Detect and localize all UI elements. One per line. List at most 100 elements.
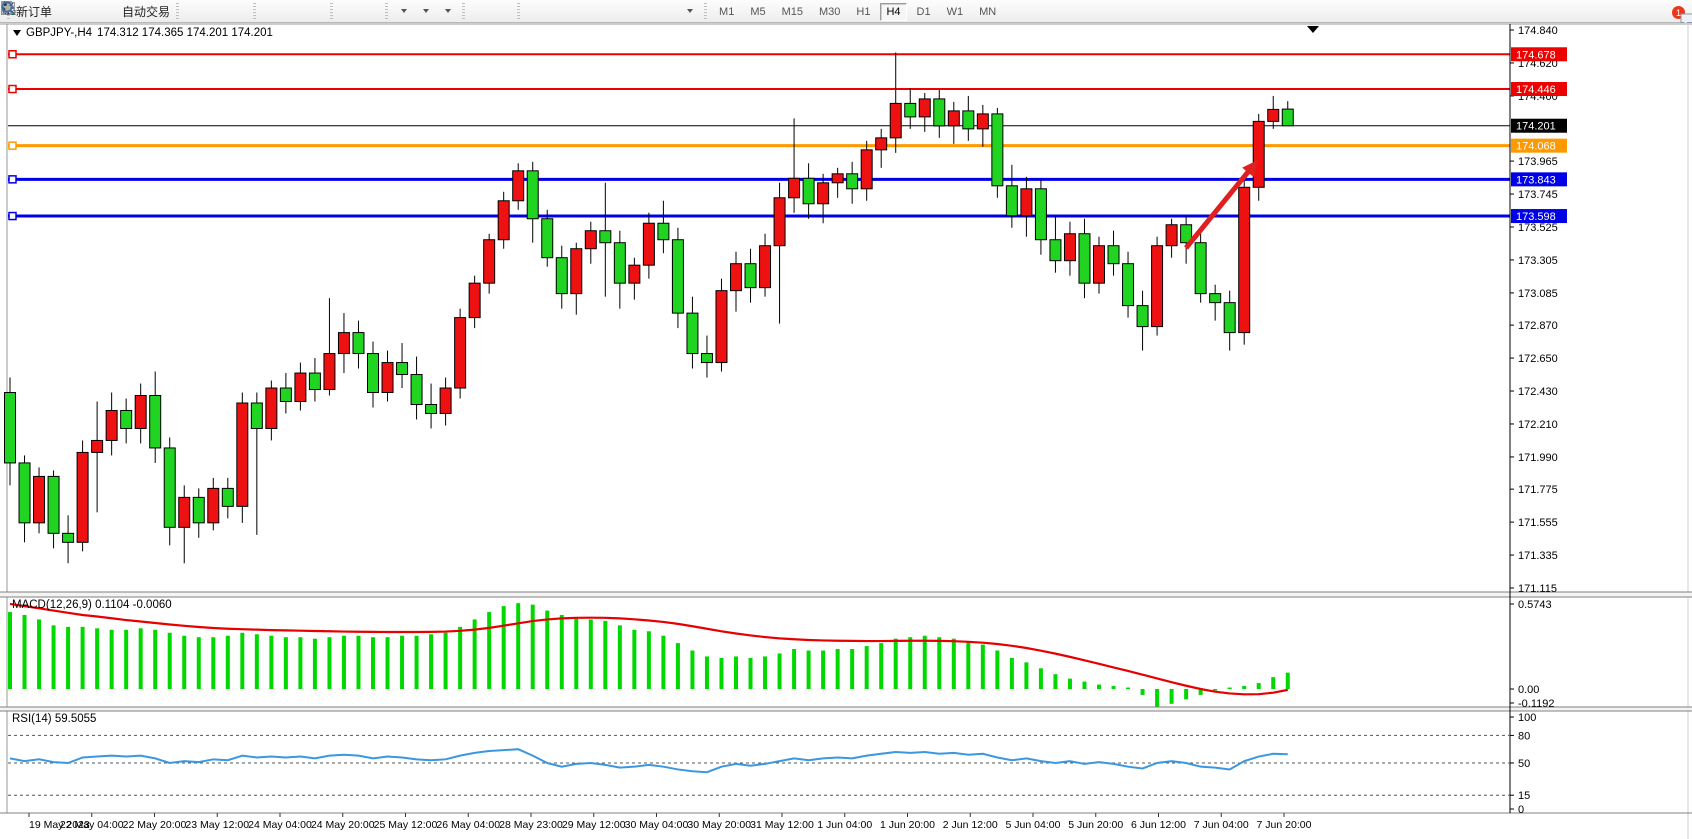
timeframe-m5[interactable]: M5 — [744, 3, 771, 21]
svg-text:0: 0 — [1518, 804, 1524, 816]
timeframe-w1[interactable]: W1 — [941, 3, 970, 21]
trendline-tool[interactable] — [568, 1, 590, 21]
vertical-line-tool[interactable] — [524, 1, 546, 21]
svg-text:173.085: 173.085 — [1518, 288, 1558, 300]
chart-title: GBPJPY-,H4 174.312 174.365 174.201 174.2… — [13, 27, 273, 39]
svg-text:173.598: 173.598 — [1516, 211, 1556, 223]
svg-text:5 Jun 04:00: 5 Jun 04:00 — [1006, 819, 1061, 831]
svg-text:173.525: 173.525 — [1518, 222, 1558, 234]
svg-text:28 May 23:00: 28 May 23:00 — [499, 819, 563, 831]
svg-text:25 May 12:00: 25 May 12:00 — [374, 819, 438, 831]
chevron-down-icon — [401, 9, 407, 13]
candlestick-chart-button[interactable] — [205, 1, 227, 21]
timeframe-d1[interactable]: D1 — [911, 3, 937, 21]
svg-text:15: 15 — [1518, 790, 1530, 802]
tile-windows-button[interactable] — [304, 1, 326, 21]
signal-button[interactable] — [98, 1, 120, 21]
toolbar-grip[interactable] — [704, 3, 707, 19]
svg-text:174.678: 174.678 — [1516, 49, 1556, 61]
toolbar-grip[interactable] — [330, 3, 333, 19]
svg-text:6 Jun 12:00: 6 Jun 12:00 — [1131, 819, 1186, 831]
svg-text:1 Jun 20:00: 1 Jun 20:00 — [880, 819, 935, 831]
gold-bars-button[interactable] — [54, 1, 76, 21]
svg-text:171.990: 171.990 — [1518, 452, 1558, 464]
mt4-window: 新订单 自动交易 — [0, 0, 1692, 839]
svg-text:26 May 04:00: 26 May 04:00 — [436, 819, 500, 831]
macd-indicator-label: MACD(12,26,9) 0.1104 -0.0060 — [12, 599, 172, 611]
chart-canvas[interactable]: 174.840174.620174.400173.965173.745173.5… — [0, 23, 1692, 839]
rsi-indicator-label: RSI(14) 59.5055 — [12, 713, 96, 725]
toolbar-grip[interactable] — [517, 3, 520, 19]
svg-text:171.115: 171.115 — [1518, 583, 1557, 595]
ohlc-values: 174.312 174.365 174.201 174.201 — [97, 27, 273, 39]
toolbar-grip[interactable] — [462, 3, 465, 19]
new-order-button[interactable]: 新订单 — [14, 1, 54, 21]
fibonacci-tool[interactable]: F — [612, 1, 634, 21]
horizontal-line-tool[interactable] — [546, 1, 568, 21]
crosshair-tool-button[interactable] — [491, 1, 513, 21]
svg-text:-0.1192: -0.1192 — [1518, 698, 1555, 710]
svg-text:1 Jun 04:00: 1 Jun 04:00 — [817, 819, 872, 831]
market-window-button[interactable] — [76, 1, 98, 21]
line-chart-button[interactable] — [227, 1, 249, 21]
collapse-triangle-icon[interactable] — [13, 30, 21, 36]
zoom-in-button[interactable] — [260, 1, 282, 21]
zoom-out-button[interactable] — [282, 1, 304, 21]
chevron-down-icon — [423, 9, 429, 13]
timeframe-m30[interactable]: M30 — [813, 3, 846, 21]
timeframe-m15[interactable]: M15 — [776, 3, 809, 21]
toolbar-grip[interactable] — [385, 3, 388, 19]
svg-text:174.446: 174.446 — [1516, 84, 1556, 96]
timeframe-mn[interactable]: MN — [973, 3, 1002, 21]
periods-button[interactable] — [414, 1, 436, 21]
svg-text:173.305: 173.305 — [1518, 255, 1558, 267]
autotrade-button[interactable]: 自动交易 — [120, 1, 172, 21]
svg-text:24 May 20:00: 24 May 20:00 — [311, 819, 375, 831]
toolbar-grip[interactable] — [253, 3, 256, 19]
timeframe-m1[interactable]: M1 — [713, 3, 740, 21]
text-label-tool[interactable]: T — [656, 1, 678, 21]
text-tool[interactable]: A — [634, 1, 656, 21]
svg-text:31 May 12:00: 31 May 12:00 — [750, 819, 814, 831]
symbol-period-label: GBPJPY-,H4 — [26, 27, 92, 39]
svg-text:173.965: 173.965 — [1518, 156, 1558, 168]
svg-text:171.775: 171.775 — [1518, 484, 1558, 496]
svg-text:174.201: 174.201 — [1516, 121, 1556, 133]
svg-text:0.00: 0.00 — [1518, 684, 1539, 696]
svg-text:30 May 04:00: 30 May 04:00 — [625, 819, 689, 831]
toolbar-grip[interactable] — [176, 3, 179, 19]
main-toolbar: 新订单 自动交易 — [0, 0, 1692, 23]
svg-text:7 Jun 20:00: 7 Jun 20:00 — [1257, 819, 1312, 831]
autotrade-label: 自动交易 — [122, 3, 170, 20]
svg-text:30 May 20:00: 30 May 20:00 — [687, 819, 751, 831]
templates-button[interactable] — [392, 1, 414, 21]
chevron-down-icon — [687, 9, 693, 13]
svg-text:29 May 12:00: 29 May 12:00 — [562, 819, 626, 831]
svg-text:22 May 20:00: 22 May 20:00 — [123, 819, 187, 831]
chevron-down-icon — [445, 9, 451, 13]
indicators-button[interactable] — [436, 1, 458, 21]
svg-text:173.745: 173.745 — [1518, 189, 1558, 201]
svg-text:23 May 12:00: 23 May 12:00 — [185, 819, 249, 831]
bar-chart-button[interactable] — [183, 1, 205, 21]
new-order-label: 新订单 — [16, 3, 52, 20]
svg-text:174.840: 174.840 — [1518, 25, 1558, 37]
auto-scroll-button[interactable] — [337, 1, 359, 21]
svg-text:0.5743: 0.5743 — [1518, 599, 1552, 611]
svg-text:172.870: 172.870 — [1518, 320, 1558, 332]
svg-text:24 May 04:00: 24 May 04:00 — [248, 819, 312, 831]
channel-tool[interactable]: E — [590, 1, 612, 21]
shapes-tool[interactable] — [678, 1, 700, 21]
timeframe-group: M1M5 M15M30H1H4 D1W1MN — [711, 2, 1004, 20]
svg-text:22 May 04:00: 22 May 04:00 — [60, 819, 124, 831]
svg-text:50: 50 — [1518, 758, 1530, 770]
cursor-tool-button[interactable] — [469, 1, 491, 21]
chart-shift-button[interactable] — [359, 1, 381, 21]
svg-text:171.555: 171.555 — [1518, 517, 1558, 529]
timeframe-h4[interactable]: H4 — [880, 3, 906, 21]
svg-text:172.210: 172.210 — [1518, 419, 1558, 431]
svg-text:2 Jun 12:00: 2 Jun 12:00 — [943, 819, 998, 831]
svg-text:5 Jun 20:00: 5 Jun 20:00 — [1068, 819, 1123, 831]
search-icon[interactable] — [0, 0, 17, 17]
timeframe-h1[interactable]: H1 — [850, 3, 876, 21]
